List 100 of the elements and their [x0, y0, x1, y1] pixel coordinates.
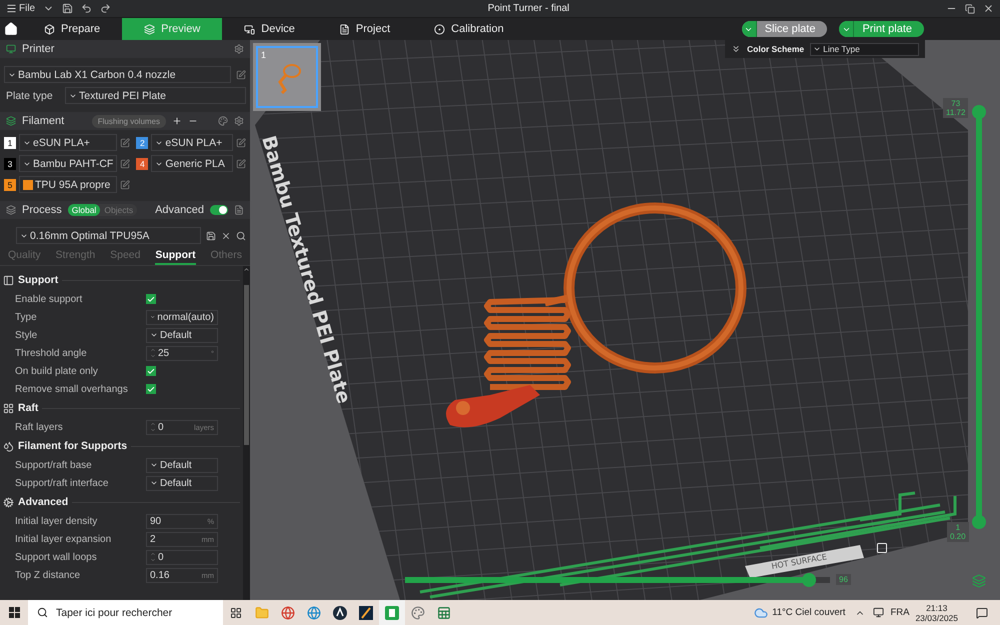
setting-label: Initial layer expansion — [15, 534, 112, 544]
caret-icon — [813, 45, 822, 53]
setting-label: Support wall loops — [15, 552, 98, 562]
plate-type-dropdown[interactable]: Textured PEI Plate — [65, 87, 246, 104]
monitor-icon[interactable] — [873, 607, 884, 618]
section-heading: Support — [18, 274, 58, 286]
checkbox[interactable] — [146, 384, 156, 394]
dropdown[interactable]: normal(auto) — [146, 310, 218, 324]
layer-slider[interactable] — [972, 105, 986, 529]
slider-handle[interactable] — [972, 515, 986, 529]
slider-handle[interactable] — [802, 573, 816, 587]
notifications-icon[interactable] — [976, 606, 988, 618]
filament-dropdown[interactable]: Generic PLA — [151, 155, 233, 172]
slider-handle[interactable] — [972, 105, 986, 119]
stepper-icon[interactable] — [150, 347, 156, 359]
layers-icon — [6, 205, 16, 215]
raft-icon — [3, 402, 14, 414]
search-field[interactable]: Taper ici pour rechercher — [28, 600, 223, 625]
language-indicator[interactable]: FRA — [890, 607, 910, 618]
toggle-label: Advanced — [155, 204, 204, 216]
weather-text[interactable]: 11°C Ciel couvert — [772, 607, 846, 618]
search-icon — [37, 607, 48, 618]
gear-icon — [3, 496, 14, 508]
settings-icon[interactable] — [234, 44, 244, 54]
filament-icon — [3, 440, 14, 452]
save-icon[interactable] — [62, 3, 74, 14]
dropdown[interactable]: Default — [146, 476, 218, 490]
edit-icon[interactable] — [236, 158, 246, 168]
layers-icon[interactable] — [972, 574, 986, 588]
redo-icon[interactable] — [100, 3, 112, 14]
spool-icon — [6, 116, 16, 126]
color-scheme-dropdown[interactable]: Line Type — [810, 42, 919, 56]
box-icon — [44, 24, 55, 34]
stepper-icon[interactable] — [150, 551, 156, 563]
add-icon[interactable] — [172, 116, 182, 126]
setting-label: Initial layer density — [15, 516, 98, 526]
checkbox[interactable] — [146, 294, 156, 304]
field-label: Plate type — [5, 90, 54, 102]
dropdown[interactable]: Default — [146, 328, 218, 342]
edit-icon[interactable] — [120, 180, 130, 190]
layer-reading: 1 0.20 — [947, 522, 969, 542]
file-menu[interactable]: File — [6, 3, 36, 14]
device-icon — [244, 24, 256, 34]
setting-label: Support/raft interface — [15, 478, 110, 488]
filament-dropdown[interactable]: eSUN PLA+ — [151, 134, 233, 151]
part-icon — [276, 62, 302, 94]
preset-dropdown[interactable]: 0.16mm Optimal TPU95A — [16, 227, 201, 244]
save-icon[interactable] — [206, 230, 216, 240]
document-icon — [338, 24, 350, 34]
setting-label: Support/raft base — [15, 460, 93, 470]
support-icon — [3, 274, 14, 286]
setting-label: Remove small overhangs — [15, 384, 129, 394]
nav-tab[interactable]: Device — [222, 18, 317, 40]
setting-label: Raft layers — [15, 422, 64, 432]
stepper-icon[interactable] — [150, 421, 156, 433]
setting-label: Type — [15, 312, 38, 322]
collapse-icon[interactable] — [731, 44, 741, 54]
edit-icon[interactable] — [236, 70, 246, 80]
number-field[interactable]: 0 — [146, 550, 218, 564]
move-reading: 96 — [836, 574, 851, 585]
section-heading: Raft — [18, 402, 38, 414]
caret-icon — [150, 461, 158, 469]
filament-number: 4 — [136, 158, 148, 170]
setting-label: Enable support — [15, 294, 84, 304]
caret-icon — [150, 313, 156, 321]
printer-dropdown[interactable]: Bambu Lab X1 Carbon 0.4 nozzle — [4, 66, 231, 83]
filament-dropdown[interactable]: TPU 95A propre — [19, 176, 118, 193]
filament-dropdown[interactable]: eSUN PLA+ — [19, 134, 118, 151]
filament-dropdown[interactable]: Bambu PAHT-CF — [19, 155, 118, 172]
filament-number: 2 — [136, 136, 148, 148]
filament-number: 5 — [4, 178, 16, 190]
dropdown[interactable]: Default — [146, 458, 218, 472]
scroll-up-icon[interactable] — [243, 266, 250, 273]
edit-icon[interactable] — [120, 138, 130, 148]
square-icon[interactable] — [876, 542, 888, 554]
nav-tab[interactable]: Project — [316, 18, 412, 40]
checkbox[interactable] — [146, 366, 156, 376]
edit-icon[interactable] — [120, 158, 130, 168]
undo-icon[interactable] — [81, 3, 92, 14]
settings-icon[interactable] — [234, 116, 244, 126]
printer-icon — [6, 44, 16, 54]
close-icon[interactable] — [221, 230, 231, 240]
advanced-toggle[interactable] — [210, 205, 228, 215]
nav-tab[interactable]: Calibration — [412, 18, 526, 40]
clock[interactable]: 21:13 23/03/2025 — [909, 602, 964, 622]
caret-icon — [150, 331, 158, 339]
section-title: Printer — [22, 43, 54, 55]
scrollbar-thumb[interactable] — [244, 285, 249, 445]
palette-icon[interactable] — [218, 116, 228, 126]
settings-tab[interactable]: Support — [155, 249, 196, 265]
edit-icon[interactable] — [236, 138, 246, 148]
search-icon[interactable] — [236, 230, 246, 240]
close-icon[interactable] — [983, 3, 994, 14]
window-title: Point Turner - final — [486, 3, 570, 14]
section-heading: Advanced — [18, 496, 68, 508]
weather-icon[interactable] — [754, 606, 768, 620]
target-icon — [434, 24, 446, 34]
compare-icon[interactable] — [234, 205, 244, 215]
restore-icon[interactable] — [965, 4, 975, 14]
nav-tab[interactable]: Prepare — [22, 18, 122, 40]
